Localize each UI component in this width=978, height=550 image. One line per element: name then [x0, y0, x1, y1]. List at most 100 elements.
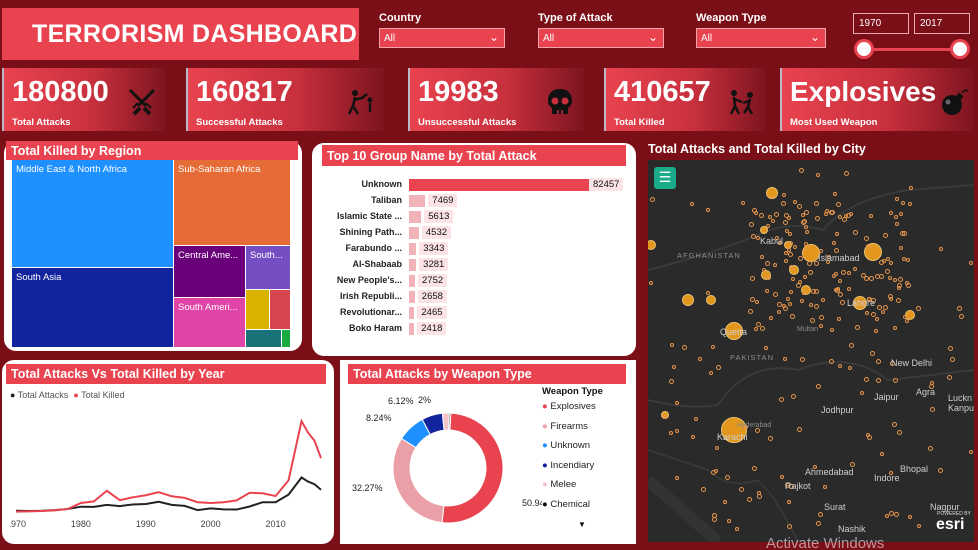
- map-marker[interactable]: [968, 261, 973, 266]
- map-marker[interactable]: [841, 269, 846, 275]
- treemap-cell[interactable]: South...: [246, 246, 290, 289]
- map-marker[interactable]: [887, 276, 892, 281]
- map-marker[interactable]: [690, 434, 695, 439]
- country-dropdown[interactable]: All ⌄: [379, 28, 505, 48]
- map-marker[interactable]: [833, 271, 838, 276]
- map-marker[interactable]: [864, 310, 869, 315]
- map-marker[interactable]: [783, 356, 788, 361]
- attack-type-filter[interactable]: Type of Attack All ⌄: [538, 12, 664, 48]
- map-marker[interactable]: [705, 207, 710, 212]
- map-marker[interactable]: [937, 468, 943, 474]
- map-marker[interactable]: [700, 486, 706, 492]
- map-marker[interactable]: [897, 276, 903, 282]
- map-marker[interactable]: [847, 270, 852, 275]
- map-marker[interactable]: [888, 210, 893, 215]
- map-marker[interactable]: [750, 233, 756, 239]
- treemap-cell[interactable]: Middle East & North Africa: [12, 160, 173, 267]
- bar-row[interactable]: Irish Republi... 2658: [316, 289, 626, 305]
- map-marker[interactable]: [859, 390, 864, 395]
- map-marker[interactable]: [870, 311, 876, 317]
- map-marker[interactable]: [765, 223, 770, 228]
- map-marker[interactable]: [772, 291, 778, 297]
- map-marker[interactable]: [798, 167, 804, 173]
- map-marker[interactable]: [649, 196, 655, 202]
- treemap-cell[interactable]: Sub-Saharan Africa: [174, 160, 290, 245]
- map-marker[interactable]: [907, 201, 912, 206]
- donut-slice[interactable]: [392, 437, 445, 524]
- map-marker[interactable]: [763, 345, 768, 350]
- bar-row[interactable]: Farabundo ... 3343: [316, 241, 626, 257]
- map-marker[interactable]: [809, 317, 815, 323]
- map-marker[interactable]: [781, 303, 786, 308]
- map-marker[interactable]: [789, 264, 795, 270]
- map-marker[interactable]: [825, 208, 830, 213]
- bar-row[interactable]: New People's... 2752: [316, 273, 626, 289]
- country-filter[interactable]: Country All ⌄: [379, 12, 505, 48]
- map-marker[interactable]: [751, 466, 757, 472]
- treemap-cell[interactable]: [270, 290, 290, 329]
- map-marker[interactable]: [779, 474, 784, 479]
- bar-row[interactable]: Unknown 82457: [316, 177, 626, 193]
- treemap-cell[interactable]: Central Ame...: [174, 246, 245, 297]
- map-marker[interactable]: [697, 356, 702, 361]
- map-marker[interactable]: [815, 383, 821, 389]
- map-marker[interactable]: [873, 328, 878, 333]
- legend-item[interactable]: ● Incendiary: [542, 460, 596, 480]
- map-marker[interactable]: [882, 232, 888, 238]
- donut-slice[interactable]: [448, 412, 452, 431]
- treemap-cell[interactable]: [282, 330, 290, 347]
- map-marker[interactable]: [894, 196, 899, 201]
- map-marker[interactable]: [817, 512, 823, 518]
- treemap-cell[interactable]: South Asia: [12, 268, 173, 347]
- map-marker[interactable]: [690, 201, 695, 206]
- map-marker[interactable]: [874, 316, 879, 321]
- bar-row[interactable]: Shining Path... 4532: [316, 225, 626, 241]
- map-marker[interactable]: [756, 493, 762, 499]
- donut-slice[interactable]: [441, 412, 450, 431]
- bar-row[interactable]: Revolutionar... 2465: [316, 305, 626, 321]
- map-marker[interactable]: [836, 317, 841, 322]
- map-marker[interactable]: [895, 298, 901, 303]
- map-marker[interactable]: [668, 431, 673, 436]
- treemap-cell[interactable]: South Ameri...: [174, 298, 245, 347]
- map-marker[interactable]: [787, 240, 793, 246]
- map-marker[interactable]: [884, 268, 890, 274]
- legend-item[interactable]: ● Explosives: [542, 401, 596, 421]
- map-marker[interactable]: [896, 285, 901, 290]
- map-marker[interactable]: [884, 514, 889, 519]
- map-marker[interactable]: [749, 275, 755, 281]
- map-marker[interactable]: [904, 280, 909, 285]
- map-marker[interactable]: [668, 378, 674, 384]
- map-marker[interactable]: [767, 435, 773, 441]
- legend-item[interactable]: ● Unknown: [542, 440, 596, 460]
- map-marker[interactable]: [888, 297, 893, 302]
- map-marker[interactable]: [710, 345, 715, 350]
- year-start-input[interactable]: 1970: [853, 13, 909, 34]
- map-marker[interactable]: [799, 299, 804, 304]
- legend-item[interactable]: ● Firearms: [542, 421, 596, 441]
- legend-item[interactable]: ● Melee: [542, 479, 596, 499]
- map-marker[interactable]: [786, 499, 791, 504]
- weapon-type-filter[interactable]: Weapon Type All ⌄: [696, 12, 826, 48]
- map-marker[interactable]: [819, 314, 825, 320]
- year-slider-end-handle[interactable]: [950, 39, 970, 59]
- map-marker[interactable]: [797, 255, 803, 261]
- map-marker[interactable]: [834, 287, 840, 293]
- map-marker[interactable]: [875, 358, 881, 364]
- legend-item[interactable]: ● Chemical: [542, 499, 596, 519]
- weapon-type-dropdown[interactable]: All ⌄: [696, 28, 826, 48]
- map-marker[interactable]: [766, 187, 778, 199]
- map-marker[interactable]: [792, 244, 797, 249]
- map-marker[interactable]: [829, 210, 835, 216]
- map-marker[interactable]: [947, 346, 953, 352]
- map-marker[interactable]: [788, 231, 793, 236]
- map-marker[interactable]: [783, 258, 788, 263]
- map-marker[interactable]: [893, 512, 899, 518]
- year-slider-start-handle[interactable]: [854, 39, 874, 59]
- treemap-cell[interactable]: [246, 330, 281, 347]
- map-marker[interactable]: [902, 230, 908, 236]
- year-end-input[interactable]: 2017: [914, 13, 970, 34]
- map-marker[interactable]: [843, 213, 848, 218]
- map-marker[interactable]: [779, 396, 785, 402]
- map-marker[interactable]: [901, 200, 906, 205]
